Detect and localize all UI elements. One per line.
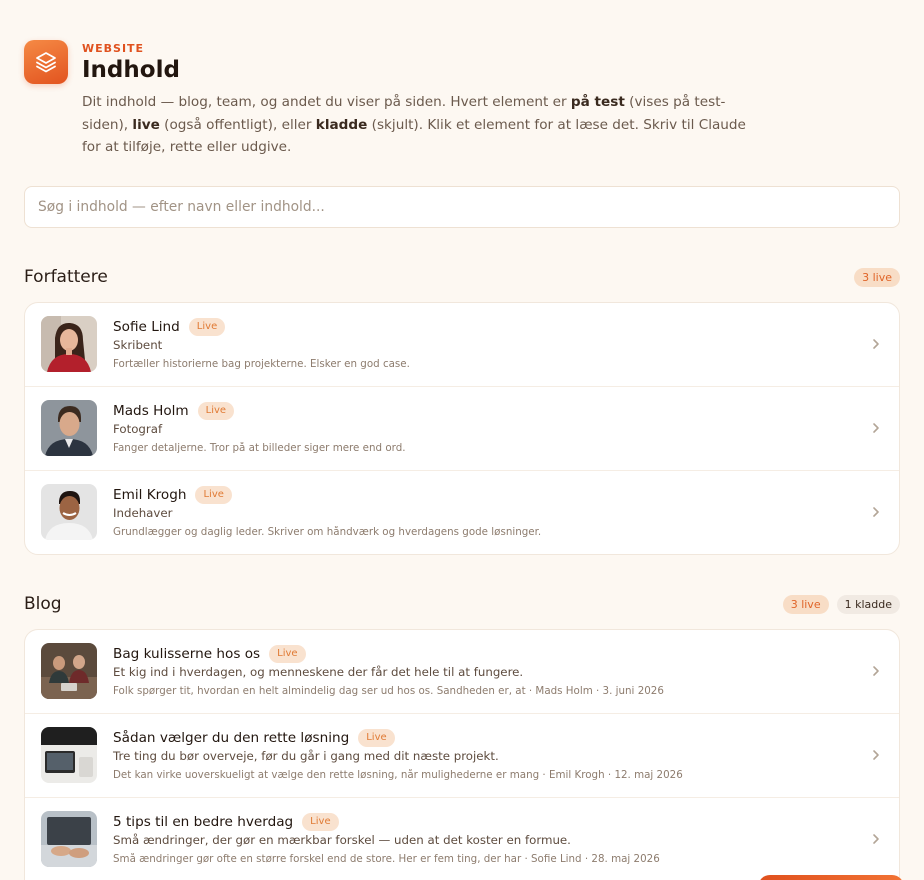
blog-section-title: Blog	[24, 594, 62, 614]
authors-live-count-badge: 3 live	[854, 268, 900, 287]
author-name: Mads Holm	[113, 403, 189, 419]
blog-thumbnail	[41, 643, 97, 699]
blog-title: Sådan vælger du den rette løsning	[113, 730, 350, 746]
blog-row[interactable]: 5 tips til en bedre hverdag Live Små ændr…	[25, 798, 899, 880]
layers-icon	[24, 40, 68, 84]
section-eyebrow: WEBSITE	[82, 42, 145, 55]
author-row-mads-holm[interactable]: Mads Holm Live Fotograf Fanger detaljerne…	[25, 387, 899, 471]
author-avatar	[41, 316, 97, 372]
blog-live-count-badge: 3 live	[782, 595, 829, 614]
status-badge: Live	[269, 645, 306, 663]
blog-meta: Små ændringer gør ofte en større forskel…	[113, 853, 660, 865]
chevron-right-icon	[873, 339, 879, 349]
search-input[interactable]	[24, 186, 900, 228]
author-role: Fotograf	[113, 422, 163, 436]
chevron-right-icon	[873, 423, 879, 433]
authors-section-title: Forfattere	[24, 267, 108, 287]
floating-action-button[interactable]	[758, 875, 904, 880]
status-badge: Live	[197, 402, 235, 420]
author-role: Indehaver	[113, 506, 173, 520]
blog-row[interactable]: Bag kulisserne hos os Live Et kig ind i h…	[25, 630, 899, 714]
blog-subtitle: Små ændringer, der gør en mærkbar forske…	[113, 833, 571, 847]
author-bio: Fanger detaljerne. Tror på at billeder s…	[113, 442, 406, 454]
author-row-sofie-lind[interactable]: Sofie Lind Live Skribent Fortæller histor…	[25, 303, 899, 387]
blog-meta: Det kan virke uoverskueligt at vælge den…	[113, 769, 683, 781]
author-name: Emil Krogh	[113, 487, 187, 503]
chevron-right-icon	[873, 507, 879, 517]
chevron-right-icon	[873, 750, 879, 760]
blog-section-header: Blog 3 live 1 kladde	[24, 594, 900, 616]
blog-subtitle: Tre ting du bør overveje, før du går i g…	[113, 749, 499, 763]
author-bio: Grundlægger og daglig leder. Skriver om …	[113, 526, 542, 538]
blog-title: 5 tips til en bedre hverdag	[113, 814, 294, 830]
authors-list: Sofie Lind Live Skribent Fortæller histor…	[24, 302, 900, 555]
status-badge: Live	[195, 486, 232, 504]
author-name: Sofie Lind	[113, 319, 180, 335]
page-description: Dit indhold — blog, team, og andet du vi…	[82, 94, 746, 155]
blog-title: Bag kulisserne hos os	[113, 646, 261, 662]
author-avatar	[41, 484, 97, 540]
blog-subtitle: Et kig ind i hverdagen, og menneskene de…	[113, 665, 524, 679]
chevron-right-icon	[873, 666, 879, 676]
page-title: Indhold	[82, 57, 180, 83]
blog-draft-count-badge: 1 kladde	[836, 595, 900, 614]
blog-row[interactable]: Sådan vælger du den rette løsning Live Tr…	[25, 714, 899, 798]
author-role: Skribent	[113, 338, 163, 352]
authors-section-header: Forfattere 3 live	[24, 267, 900, 289]
status-badge: Live	[302, 813, 339, 831]
blog-list: Bag kulisserne hos os Live Et kig ind i h…	[24, 629, 900, 880]
chevron-right-icon	[873, 834, 879, 844]
blog-thumbnail	[41, 727, 97, 783]
author-bio: Fortæller historierne bag projekterne. E…	[113, 358, 410, 370]
author-avatar	[41, 400, 97, 456]
status-badge: Live	[188, 318, 226, 336]
status-badge: Live	[358, 729, 395, 747]
blog-thumbnail	[41, 811, 97, 867]
blog-meta: Folk spørger tit, hvordan en helt almind…	[113, 685, 664, 697]
author-row-emil-krogh[interactable]: Emil Krogh Live Indehaver Grundlægger og …	[25, 471, 899, 554]
